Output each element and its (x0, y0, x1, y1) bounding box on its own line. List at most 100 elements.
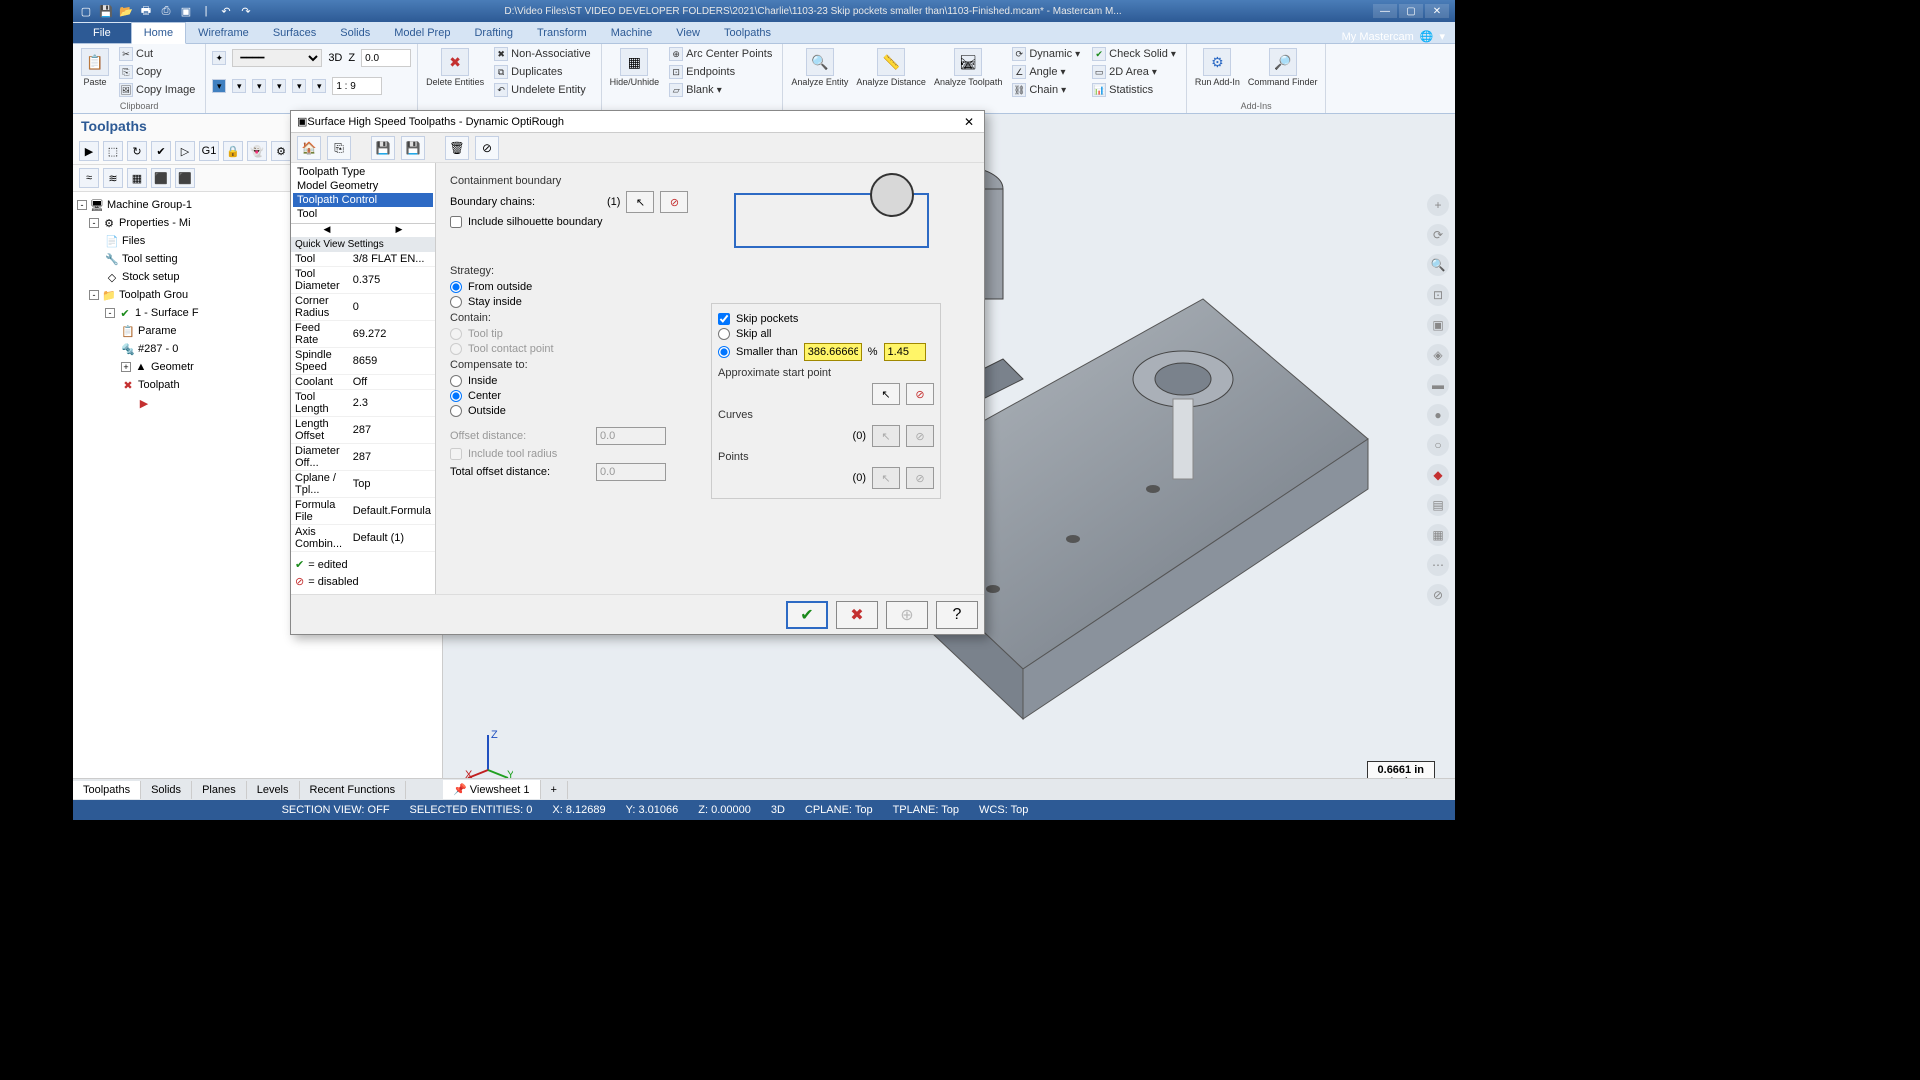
dlg-delete-icon[interactable]: 🗑 (445, 136, 469, 160)
run-addin-button[interactable]: ⚙Run Add-In (1193, 46, 1242, 90)
expander-icon[interactable]: - (105, 308, 115, 318)
vp-top-icon[interactable]: ▣ (1427, 314, 1449, 336)
tab-toolpaths[interactable]: Toolpaths (712, 23, 783, 43)
smaller-than-pct-input[interactable] (804, 343, 862, 361)
center-radio[interactable] (450, 390, 462, 402)
dlg-save-default-icon[interactable]: 💾 (401, 136, 425, 160)
chains-select-button[interactable]: ↖ (626, 191, 654, 213)
from-outside-radio[interactable] (450, 281, 462, 293)
pt-select-icon[interactable]: ▶ (79, 141, 99, 161)
nav-tool[interactable]: Tool (293, 207, 433, 221)
chain-button[interactable]: ⛓Chain▾ (1008, 82, 1084, 98)
tab-solids[interactable]: Solids (328, 23, 382, 43)
analyze-entity-button[interactable]: 🔍Analyze Entity (789, 46, 850, 90)
pt2-e-icon[interactable]: ⬛ (175, 168, 195, 188)
vp-layers-icon[interactable]: ▤ (1427, 494, 1449, 516)
approx-select-button[interactable]: ↖ (872, 383, 900, 405)
attr3-icon[interactable]: ▾ (252, 79, 266, 93)
smaller-than-radio[interactable] (718, 346, 730, 358)
tab-surfaces[interactable]: Surfaces (261, 23, 328, 43)
angle-button[interactable]: ∠Angle▾ (1008, 64, 1084, 80)
pt-backplot-icon[interactable]: ▷ (175, 141, 195, 161)
pt-regen-icon[interactable]: ↻ (127, 141, 147, 161)
tab-wireframe[interactable]: Wireframe (186, 23, 261, 43)
btab-planes[interactable]: Planes (192, 781, 247, 799)
attr2-icon[interactable]: ▾ (232, 79, 246, 93)
vp-shade-icon[interactable]: ● (1427, 404, 1449, 426)
tab-modelprep[interactable]: Model Prep (382, 23, 462, 43)
attr5-icon[interactable]: ▾ (292, 79, 306, 93)
nav-toolpath-type[interactable]: Toolpath Type (293, 165, 433, 179)
open-icon[interactable]: 📂 (119, 4, 133, 18)
undo-icon[interactable]: ↶ (219, 4, 233, 18)
command-finder-button[interactable]: 🔎Command Finder (1246, 46, 1320, 90)
pt-post-icon[interactable]: G1 (199, 141, 219, 161)
vp-more-icon[interactable]: ⋯ (1427, 554, 1449, 576)
statistics-button[interactable]: 📊Statistics (1088, 82, 1180, 98)
nav-scroll-left-icon[interactable]: ◀ (291, 224, 363, 237)
pt-verify-icon[interactable]: ✔ (151, 141, 171, 161)
pt-lock-icon[interactable]: 🔒 (223, 141, 243, 161)
vp-no-icon[interactable]: ⊘ (1427, 584, 1449, 606)
copyimage-button[interactable]: 🖼Copy Image (115, 82, 199, 98)
area-2d-button[interactable]: ▭2D Area▾ (1088, 64, 1180, 80)
pt2-b-icon[interactable]: ≋ (103, 168, 123, 188)
tab-view[interactable]: View (664, 23, 712, 43)
print-icon[interactable]: 🖶 (139, 4, 153, 18)
endpoints-button[interactable]: ⊡Endpoints (665, 64, 776, 80)
dlg-save-icon[interactable]: 💾 (371, 136, 395, 160)
nav-toolpath-control[interactable]: Toolpath Control (293, 193, 433, 207)
redo-icon[interactable]: ↷ (239, 4, 253, 18)
vp-iso-icon[interactable]: ◈ (1427, 344, 1449, 366)
ratio-input[interactable] (332, 77, 382, 95)
sb-cplane[interactable]: CPLANE: Top (805, 804, 873, 816)
analyze-distance-button[interactable]: 📏Analyze Distance (854, 46, 928, 90)
btab-add-viewsheet[interactable]: + (541, 781, 568, 799)
dialog-cancel-button[interactable]: ✖ (836, 601, 878, 629)
new-icon[interactable]: ▢ (79, 4, 93, 18)
color-icon[interactable]: ▾ (212, 79, 226, 93)
btab-viewsheet1[interactable]: 📌 Viewsheet 1 (443, 780, 541, 799)
dlg-copy-icon[interactable]: ⎘ (327, 136, 351, 160)
approx-clear-button[interactable]: ⊘ (906, 383, 934, 405)
skip-all-radio[interactable] (718, 328, 730, 340)
vp-grid-icon[interactable]: ▦ (1427, 524, 1449, 546)
pt2-c-icon[interactable]: ▦ (127, 168, 147, 188)
expander-icon[interactable]: - (89, 218, 99, 228)
line-style-select[interactable]: ━━━━ (232, 49, 322, 67)
minimize-button[interactable]: — (1373, 4, 1397, 18)
vp-rotate-icon[interactable]: ⟳ (1427, 224, 1449, 246)
nav-scroll-right-icon[interactable]: ▶ (363, 224, 435, 237)
tab-machine[interactable]: Machine (599, 23, 665, 43)
dlg-home-icon[interactable]: 🏠 (297, 136, 321, 160)
close-button[interactable]: ✕ (1425, 4, 1449, 18)
maximize-button[interactable]: ▢ (1399, 4, 1423, 18)
dialog-nav-tree[interactable]: Toolpath Type Model Geometry Toolpath Co… (291, 163, 435, 223)
hide-button[interactable]: ▦ Hide/Unhide (608, 46, 662, 90)
expander-icon[interactable]: - (77, 200, 87, 210)
tab-file[interactable]: File (73, 23, 131, 43)
attr6-icon[interactable]: ▾ (312, 79, 326, 93)
check-solid-button[interactable]: ✔Check Solid▾ (1088, 46, 1180, 62)
btab-solids[interactable]: Solids (141, 781, 192, 799)
btab-recent[interactable]: Recent Functions (300, 781, 407, 799)
paste-button[interactable]: 📋 Paste (79, 46, 111, 90)
dynamic-button[interactable]: ⟳Dynamic▾ (1008, 46, 1084, 62)
silhouette-checkbox[interactable] (450, 216, 462, 228)
skip-pockets-checkbox[interactable] (718, 313, 730, 325)
my-mastercam[interactable]: My Mastercam 🌐 ▾ (1342, 30, 1445, 43)
blank-button[interactable]: ▱Blank▾ (665, 82, 776, 98)
undelete-button[interactable]: ↶Undelete Entity (490, 82, 594, 98)
analyze-toolpath-button[interactable]: 🛤Analyze Toolpath (932, 46, 1004, 90)
copy-button[interactable]: ⎘Copy (115, 64, 199, 80)
cut-button[interactable]: ✂Cut (115, 46, 199, 62)
vp-front-icon[interactable]: ▬ (1427, 374, 1449, 396)
vp-stock-icon[interactable]: ◆ (1427, 464, 1449, 486)
sb-mode[interactable]: 3D (771, 804, 785, 816)
tab-home[interactable]: Home (131, 22, 186, 44)
blank-icon[interactable]: ▣ (179, 4, 193, 18)
nav-scroll[interactable]: ◀▶ (291, 223, 435, 237)
dialog-close-button[interactable]: ✕ (960, 115, 978, 129)
vp-zoom-icon[interactable]: 🔍 (1427, 254, 1449, 276)
pt-select-all-icon[interactable]: ⬚ (103, 141, 123, 161)
